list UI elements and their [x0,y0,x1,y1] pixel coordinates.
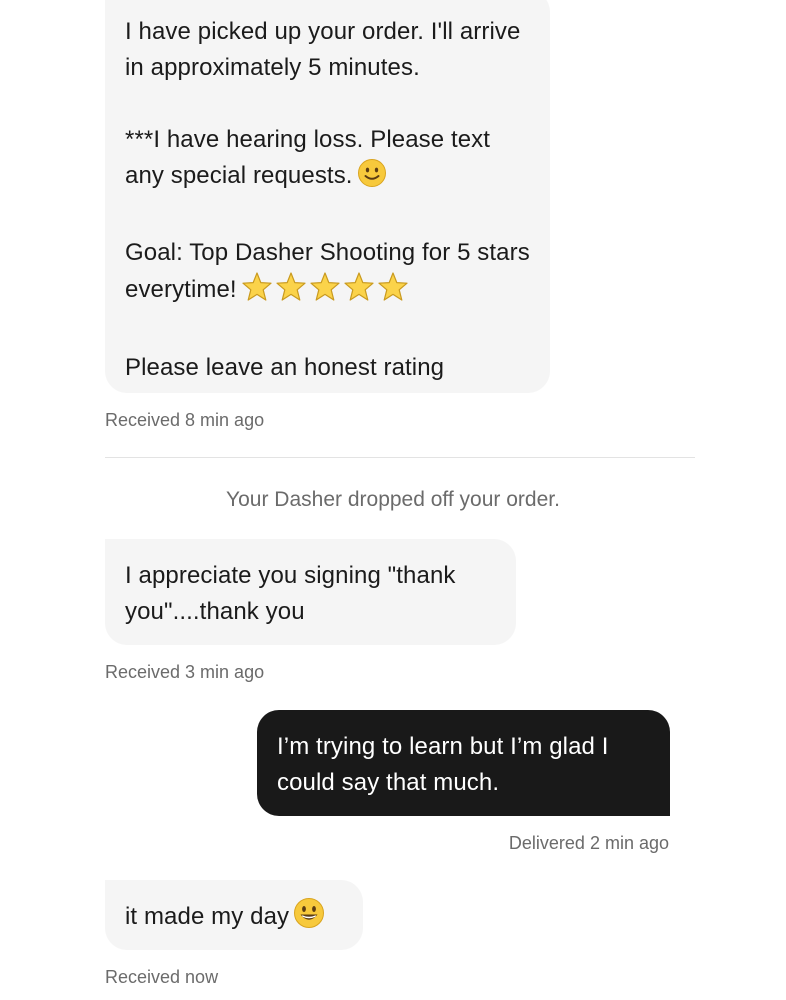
five-stars-emoji [241,271,413,314]
slightly-smiling-face-icon [357,158,387,199]
message-paragraph: I have picked up your order. I'll arrive… [125,18,521,81]
message-text: it made my day [125,903,290,930]
message-status: Delivered 2 min ago [508,833,669,853]
incoming-message-bubble[interactable]: it made my day [105,880,363,950]
incoming-message-bubble[interactable]: I appreciate you signing "thank you"....… [105,539,516,645]
message-paragraph: Goal: Top Dasher Shooting for 5 stars ev… [125,235,530,314]
message-status: Received now [105,967,219,987]
incoming-message-bubble[interactable]: I have picked up your order. I'll arrive… [105,0,550,393]
message-status: Received 8 min ago [105,410,265,430]
grinning-face-icon [293,897,325,940]
system-note: Your Dasher dropped off your order. [226,488,560,511]
divider [105,457,695,458]
message-thread: I have picked up your order. I'll arrive… [0,0,786,1000]
message-text: I appreciate you signing "thank you"....… [125,562,456,625]
outgoing-message-bubble[interactable]: I’m trying to learn but I’m glad I could… [257,710,670,816]
message-status: Received 3 min ago [105,662,265,682]
message-text: I’m trying to learn but I’m glad I could… [277,733,609,796]
message-paragraph: Please leave an honest rating [125,354,445,381]
message-paragraph: ***I have hearing loss. Please text any … [125,122,530,199]
